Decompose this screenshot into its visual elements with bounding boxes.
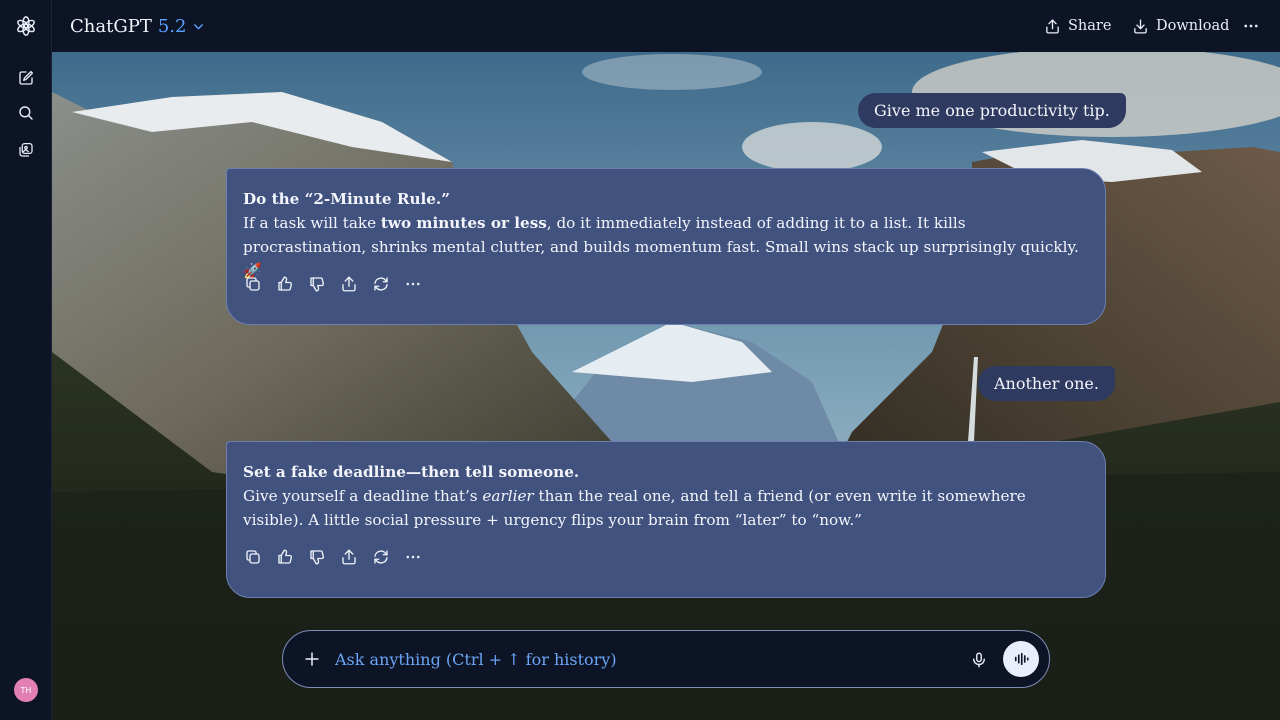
composer bbox=[282, 630, 1050, 688]
copy-button[interactable] bbox=[243, 547, 263, 567]
thumbs-down-button[interactable] bbox=[307, 547, 327, 567]
model-selector[interactable]: ChatGPT 5.2 bbox=[70, 14, 205, 38]
regenerate-button[interactable] bbox=[371, 274, 391, 294]
share-label: Share bbox=[1068, 18, 1112, 34]
thumbs-down-icon bbox=[310, 550, 325, 565]
thumbs-down-icon bbox=[310, 277, 325, 292]
microphone-icon bbox=[973, 652, 985, 668]
thumbs-up-button[interactable] bbox=[275, 274, 295, 294]
assistant-message-body: Give yourself a deadline that’s earlier … bbox=[243, 487, 1026, 529]
download-icon bbox=[1134, 18, 1147, 34]
assistant-message-heading: Set a fake deadline—then tell someone. bbox=[243, 463, 580, 481]
voice-mode-button[interactable] bbox=[1003, 641, 1039, 677]
more-icon bbox=[406, 282, 420, 286]
regenerate-button[interactable] bbox=[371, 547, 391, 567]
share-icon bbox=[1046, 18, 1059, 34]
app-name: ChatGPT bbox=[70, 15, 152, 37]
search-button[interactable] bbox=[12, 99, 40, 127]
download-label: Download bbox=[1156, 18, 1230, 34]
library-button[interactable] bbox=[12, 136, 40, 164]
share-icon bbox=[342, 549, 356, 565]
thumbs-up-icon bbox=[278, 549, 293, 564]
share-button[interactable]: Share bbox=[1044, 14, 1111, 38]
more-actions-button[interactable] bbox=[403, 274, 423, 294]
top-bar: ChatGPT 5.2 Share Download bbox=[52, 0, 1280, 52]
more-options-button[interactable] bbox=[1242, 14, 1260, 38]
left-rail: TH bbox=[0, 0, 52, 720]
more-icon bbox=[406, 555, 420, 559]
more-icon bbox=[1244, 24, 1258, 28]
share-response-button[interactable] bbox=[339, 274, 359, 294]
user-avatar[interactable]: TH bbox=[14, 678, 38, 702]
regenerate-icon bbox=[374, 550, 388, 564]
new-chat-button[interactable] bbox=[12, 64, 40, 92]
dictate-button[interactable] bbox=[969, 649, 989, 671]
share-response-button[interactable] bbox=[339, 547, 359, 567]
user-message-text: Give me one productivity tip. bbox=[874, 101, 1110, 120]
user-message: Another one. bbox=[978, 366, 1115, 401]
thumbs-up-button[interactable] bbox=[275, 547, 295, 567]
user-message-text: Another one. bbox=[994, 374, 1099, 393]
attach-button[interactable] bbox=[301, 648, 323, 670]
download-button[interactable]: Download bbox=[1132, 14, 1229, 38]
copy-icon bbox=[246, 550, 260, 564]
regenerate-icon bbox=[374, 277, 388, 291]
edit-icon bbox=[19, 70, 34, 85]
user-message: Give me one productivity tip. bbox=[858, 93, 1126, 128]
openai-logo-icon[interactable] bbox=[12, 12, 40, 40]
chevron-down-icon bbox=[194, 23, 204, 29]
more-actions-button[interactable] bbox=[403, 547, 423, 567]
thumbs-down-button[interactable] bbox=[307, 274, 327, 294]
message-actions bbox=[243, 547, 423, 567]
plus-icon bbox=[305, 652, 319, 666]
search-icon bbox=[19, 106, 33, 120]
thumbs-up-icon bbox=[278, 276, 293, 291]
assistant-message: Set a fake deadline—then tell someone. G… bbox=[226, 441, 1106, 598]
message-actions bbox=[243, 274, 423, 294]
copy-button[interactable] bbox=[243, 274, 263, 294]
share-icon bbox=[342, 276, 356, 292]
model-version: 5.2 bbox=[157, 15, 187, 37]
copy-icon bbox=[246, 277, 260, 291]
prompt-input[interactable] bbox=[335, 645, 935, 673]
assistant-message-body: If a task will take two minutes or less,… bbox=[243, 214, 1079, 280]
library-icon bbox=[19, 142, 33, 157]
assistant-message: Do the “2-Minute Rule.” If a task will t… bbox=[226, 168, 1106, 325]
assistant-message-heading: Do the “2-Minute Rule.” bbox=[243, 190, 450, 208]
voice-mode-icon bbox=[1014, 652, 1029, 666]
